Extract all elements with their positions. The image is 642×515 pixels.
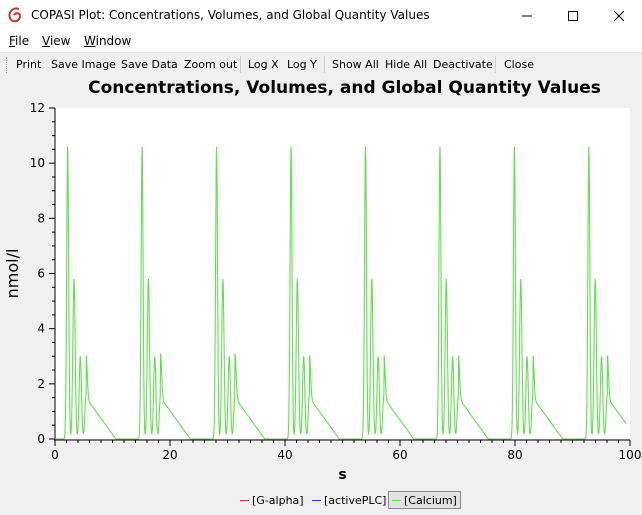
y-tick-label: 0	[37, 432, 45, 446]
copasi-logo-icon	[8, 7, 22, 23]
legend-item-g-alpha[interactable]: [G-alpha]	[240, 491, 304, 509]
legend-label: [Calcium]	[404, 493, 457, 507]
log-x-button[interactable]: Log X	[248, 58, 279, 71]
legend-item-calcium[interactable]: [Calcium]	[388, 491, 461, 509]
log-y-button[interactable]: Log Y	[287, 58, 317, 71]
deactivate-button[interactable]: Deactivate	[433, 58, 493, 71]
legend-swatch	[312, 499, 321, 501]
maximize-button[interactable]	[550, 0, 596, 31]
close-icon	[614, 10, 624, 21]
zoom-out-button[interactable]: Zoom out	[184, 58, 237, 71]
chart-title: Concentrations, Volumes, and Global Quan…	[88, 78, 601, 98]
y-tick-label: 12	[30, 101, 45, 115]
window-title: COPASI Plot: Concentrations, Volumes, an…	[31, 8, 430, 22]
menu-view[interactable]: View	[42, 34, 70, 48]
menu-view-mnemonic: V	[42, 34, 50, 48]
x-tick-label: 80	[507, 448, 522, 462]
menu-window[interactable]: Window	[84, 34, 131, 48]
toolbar: Print Save Image Save Data Zoom out Log …	[0, 52, 642, 76]
close-plot-button[interactable]: Close	[504, 58, 534, 71]
y-tick-label: 6	[37, 267, 45, 281]
x-tick-label: 0	[51, 448, 59, 462]
maximize-icon	[568, 10, 578, 21]
show-all-button[interactable]: Show All	[332, 58, 379, 71]
menu-file-rest: ile	[15, 34, 30, 48]
y-tick-label: 10	[30, 156, 45, 170]
x-tick-label: 40	[277, 448, 292, 462]
menu-file[interactable]: File	[9, 34, 29, 48]
hide-all-button[interactable]: Hide All	[385, 58, 427, 71]
title-bar: COPASI Plot: Concentrations, Volumes, an…	[0, 0, 642, 31]
x-tick-label: 60	[392, 448, 407, 462]
x-axis-label: s	[338, 467, 346, 483]
legend-swatch	[392, 499, 401, 501]
close-button[interactable]	[596, 0, 642, 31]
toolbar-separator	[324, 56, 325, 73]
legend-item-activeplc[interactable]: [activePLC]	[312, 491, 386, 509]
menu-view-rest: iew	[49, 34, 71, 48]
x-tick-label: 100	[619, 448, 642, 462]
minimize-icon	[522, 15, 532, 16]
save-image-button[interactable]: Save Image	[51, 58, 116, 71]
minimize-button[interactable]	[504, 0, 550, 31]
legend-swatch	[240, 499, 249, 501]
legend-label: [G-alpha]	[252, 493, 304, 507]
save-data-button[interactable]: Save Data	[121, 58, 178, 71]
menu-bar: File View Window	[0, 31, 642, 52]
y-tick-label: 2	[37, 377, 45, 391]
y-tick-label: 8	[37, 211, 45, 225]
menu-window-mnemonic: W	[84, 34, 96, 48]
legend-selected-frame: [Calcium]	[388, 491, 461, 509]
chart[interactable]: Concentrations, Volumes, and Global Quan…	[0, 75, 642, 512]
y-tick-label: 4	[37, 322, 45, 336]
x-tick-label: 20	[162, 448, 177, 462]
toolbar-separator	[495, 56, 496, 73]
menu-window-rest: indow	[95, 34, 132, 48]
toolbar-separator	[240, 56, 241, 73]
plot-area: Concentrations, Volumes, and Global Quan…	[0, 75, 642, 512]
legend-label: [activePLC]	[324, 493, 387, 507]
print-button[interactable]: Print	[16, 58, 41, 71]
y-axis-label: nmol/l	[3, 249, 22, 299]
toolbar-grip[interactable]	[6, 57, 10, 73]
